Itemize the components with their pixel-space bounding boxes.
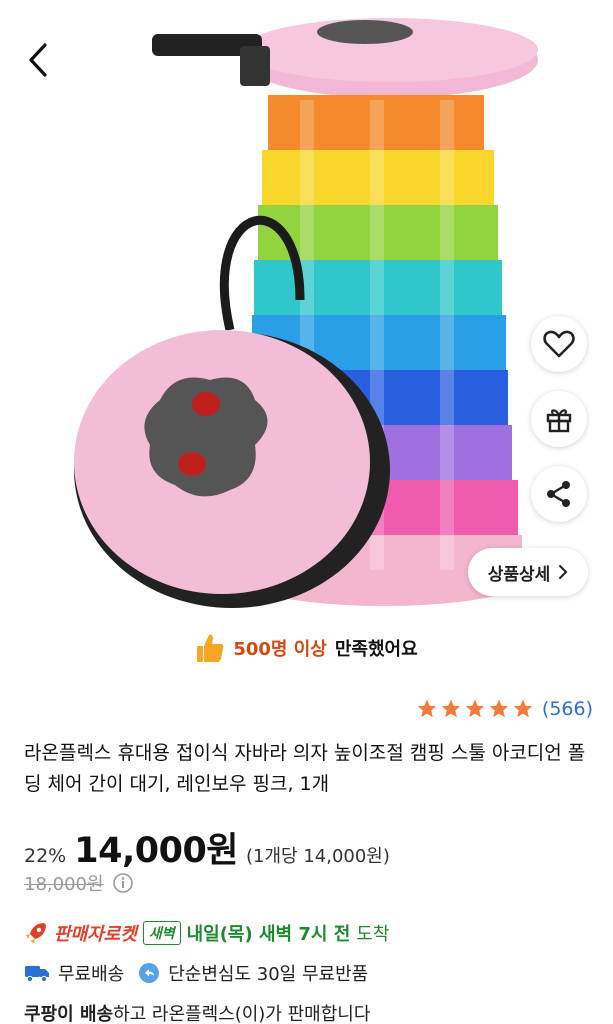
product-detail-label: 상품상세 <box>487 564 551 585</box>
free-returns: 단순변심도 30일 무료반품 <box>168 964 369 985</box>
discount-rate: 22% <box>24 845 67 867</box>
star-icon <box>489 699 509 718</box>
chevron-right-icon <box>559 565 568 579</box>
shipping-returns-row: 무료배송 단순변심도 30일 무료반품 <box>24 960 368 986</box>
wishlist-button[interactable] <box>531 316 587 372</box>
satisfaction-highlight: 500명 이상 <box>233 639 327 660</box>
dawn-badge: 새벽 <box>142 921 181 945</box>
share-icon <box>547 481 570 507</box>
star-icon <box>513 699 533 718</box>
unit-price: (1개당 14,000원) <box>246 846 390 867</box>
rating-summary[interactable]: (566) <box>416 698 593 720</box>
star-icon <box>441 699 461 718</box>
seller-info: 쿠팡이 배송하고 라온플렉스(이)가 판매합니다 <box>24 1000 370 1024</box>
seller-rocket-label: 판매자로켓 <box>54 924 137 945</box>
original-price: 18,000원 <box>24 874 104 895</box>
rainbow-stool-illustration <box>74 18 538 608</box>
seller-info-text: 하고 라온플렉스(이)가 판매합니다 <box>113 1004 371 1024</box>
thumbs-up-icon <box>197 634 224 662</box>
star-icon <box>417 699 437 718</box>
share-button[interactable] <box>531 466 587 522</box>
chevron-left-icon <box>29 43 47 77</box>
rocket-delivery-row: 판매자로켓 새벽 내일(목) 새벽 7시 전 도착 <box>24 920 389 946</box>
arrival-suffix: 도착 <box>356 924 390 945</box>
back-button[interactable] <box>18 38 58 82</box>
gift-button[interactable] <box>531 391 587 447</box>
satisfaction-banner: 500명 이상 만족했어요 <box>0 628 613 668</box>
rocket-icon <box>26 923 46 943</box>
original-price-row: 18,000원 <box>24 870 134 896</box>
star-rating <box>416 698 534 720</box>
product-detail-button[interactable]: 상품상세 <box>468 548 588 596</box>
price-row: 22% 14,000원 (1개당 14,000원) <box>24 822 390 873</box>
product-image[interactable]: 상품상세 <box>0 0 613 620</box>
product-title: 라온플렉스 휴대용 접이식 자바라 의자 높이조절 캠핑 스툴 아코디언 폴딩 … <box>24 742 586 795</box>
truck-icon <box>25 966 49 983</box>
free-shipping: 무료배송 <box>58 964 125 985</box>
star-icon <box>465 699 485 718</box>
satisfaction-text: 만족했어요 <box>334 639 418 660</box>
gift-icon <box>546 409 572 433</box>
arrival-time: 내일(목) 새벽 7시 전 <box>186 924 351 945</box>
heart-outline-icon <box>543 330 575 358</box>
info-icon[interactable] <box>112 872 134 894</box>
return-icon <box>139 963 160 983</box>
review-count[interactable]: (566) <box>542 698 593 720</box>
coupang-delivery-label: 쿠팡이 배송 <box>24 1004 114 1024</box>
sale-price: 14,000원 <box>74 831 238 871</box>
